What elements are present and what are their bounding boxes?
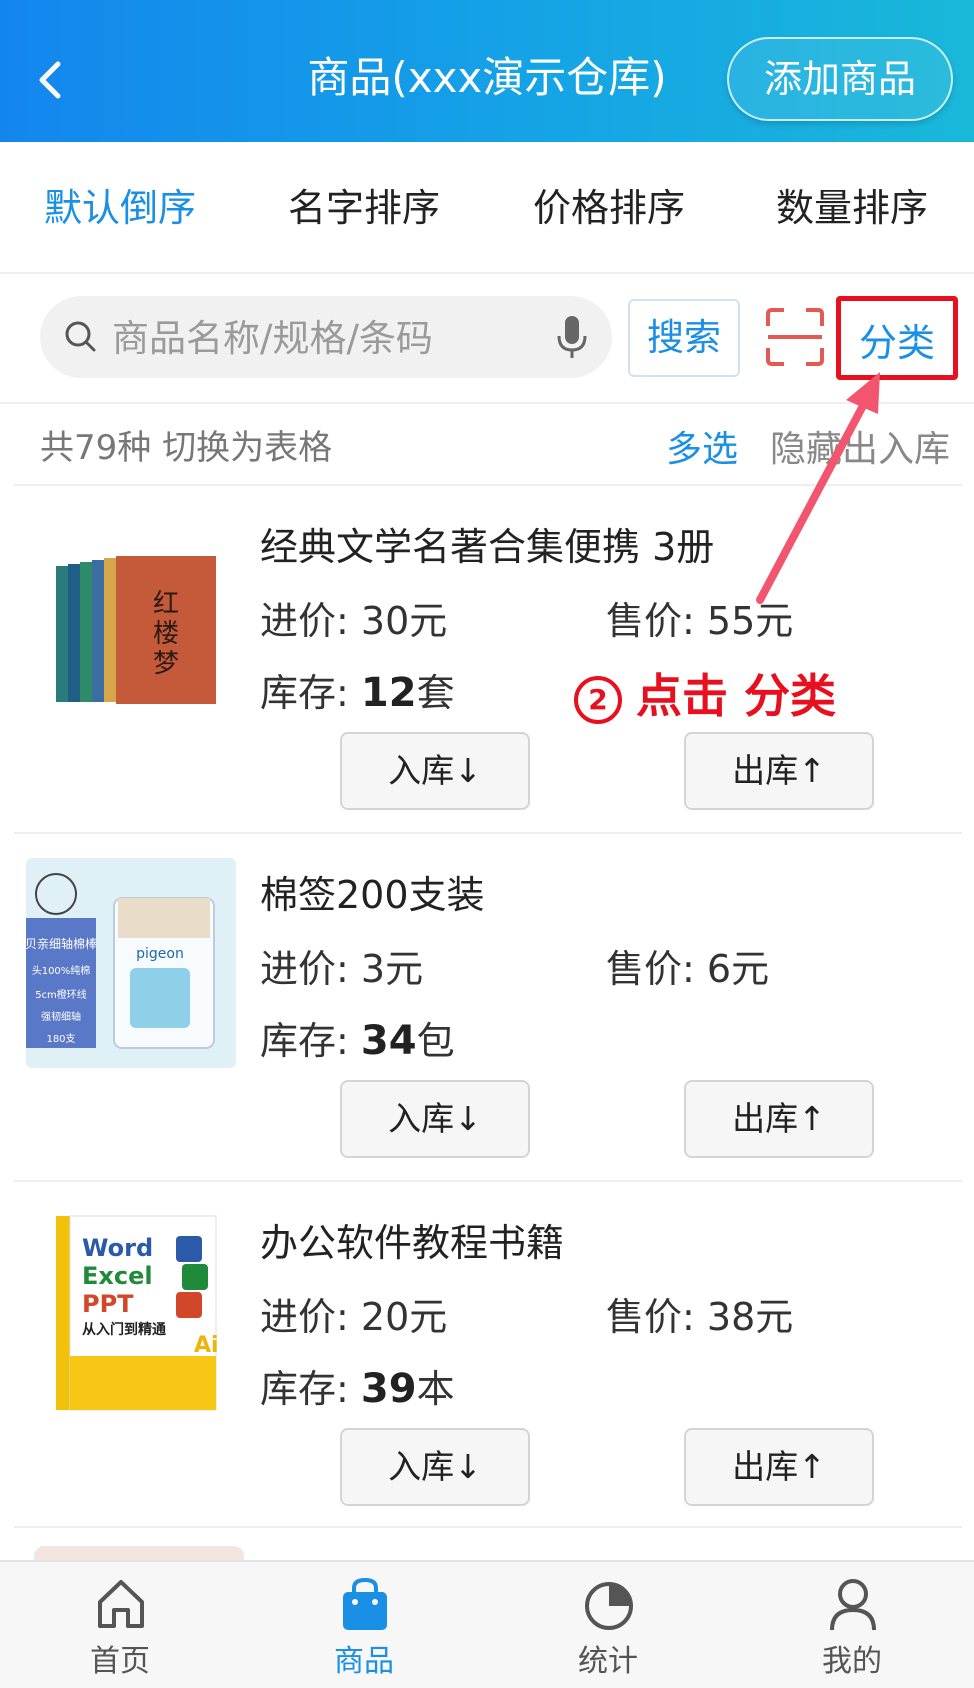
stock-quantity: 库存: 39本 [260,1366,455,1412]
scan-icon[interactable] [764,306,826,368]
svg-text:从入门到精通: 从入门到精通 [82,1321,166,1338]
product-name: 办公软件教程书籍 [260,1221,565,1265]
top-bar: 商品(xxx演示仓库) 添加商品 [0,0,974,142]
nav-label: 我的 [822,1644,882,1679]
search-button[interactable]: 搜索 [628,299,740,377]
product-name: 棉签200支装 [260,873,485,917]
tab-sort-quantity[interactable]: 数量排序 [776,182,928,234]
svg-text:Ai: Ai [194,1333,219,1358]
count-and-table-toggle[interactable]: 共79种 切换为表格 [40,420,332,469]
bottom-navigation: 首页 商品 统计 我的 [0,1560,974,1688]
svg-text:梦: 梦 [153,649,179,679]
annotation-label: 2 点击 分类 [574,660,836,726]
hide-in-out-button[interactable]: 隐藏出入库 [770,420,950,472]
stock-out-button[interactable]: 出库↑ [684,732,874,810]
svg-text:贝亲细轴棉棒: 贝亲细轴棉棒 [26,936,97,951]
product-item[interactable]: 贝亲细轴棉棒 头100%纯棉 5cm橙环线 强韧细轴 180支 pigeon 棉… [14,832,962,1182]
nav-mine[interactable]: 我的 [792,1562,912,1688]
svg-text:头100%纯棉: 头100%纯棉 [32,964,91,977]
cotton-swab-image: 贝亲细轴棉棒 头100%纯棉 5cm橙环线 强韧细轴 180支 pigeon [26,858,236,1068]
nav-label: 统计 [578,1644,638,1679]
annotation-text: 点击 分类 [636,669,837,723]
svg-text:红: 红 [153,589,179,619]
search-icon [65,321,96,352]
search-input[interactable] [110,296,534,380]
step-number-badge: 2 [574,675,622,724]
office-book-image: Word Excel PPT 从入门到精通 Ai [56,1215,219,1411]
book-set-image: 红 楼 梦 [56,556,216,704]
stock-in-button[interactable]: 入库↓ [340,1080,530,1158]
microphone-icon[interactable] [552,312,592,362]
tab-default-desc[interactable]: 默认倒序 [44,182,196,234]
user-icon [830,1579,876,1631]
stock-quantity: 库存: 12套 [260,670,455,716]
svg-text:PPT: PPT [82,1290,134,1318]
purchase-price: 进价: 3元 [260,947,424,991]
svg-text:pigeon: pigeon [136,946,184,962]
nav-home[interactable]: 首页 [60,1562,180,1688]
stock-in-button[interactable]: 入库↓ [340,732,530,810]
info-row: 共79种 切换为表格 多选 隐藏出入库 [0,402,974,484]
add-product-button[interactable]: 添加商品 [727,37,953,121]
sale-price: 售价: 6元 [606,947,770,991]
list-item-partial [14,1526,962,1562]
search-row: 搜索 分类 [0,272,974,404]
stock-out-button[interactable]: 出库↑ [684,1428,874,1506]
nav-label: 商品 [334,1644,394,1679]
nav-statistics[interactable]: 统计 [548,1562,668,1688]
svg-text:楼: 楼 [153,619,179,649]
product-item[interactable]: 红 楼 梦 经典文学名著合集便携 3册 进价: 30元 售价: 55元 库存: … [14,484,962,834]
multi-select-button[interactable]: 多选 [666,420,738,472]
product-item[interactable]: Word Excel PPT 从入门到精通 Ai 办公软件教程书籍 进价: 20… [14,1180,962,1530]
svg-text:5cm橙环线: 5cm橙环线 [35,988,87,1001]
svg-text:Excel: Excel [82,1262,153,1290]
purchase-price: 进价: 30元 [260,599,448,643]
nav-label: 首页 [90,1644,150,1679]
svg-text:强韧细轴: 强韧细轴 [41,1010,81,1023]
stock-out-button[interactable]: 出库↑ [684,1080,874,1158]
stock-quantity: 库存: 34包 [260,1018,455,1064]
tab-sort-price[interactable]: 价格排序 [533,182,685,234]
tab-sort-name[interactable]: 名字排序 [288,182,440,234]
search-box[interactable] [40,296,612,380]
nav-products[interactable]: 商品 [304,1562,424,1688]
home-icon [98,1580,144,1628]
sale-price: 售价: 38元 [606,1295,794,1339]
stock-in-button[interactable]: 入库↓ [340,1428,530,1506]
pie-chart-icon [585,1582,633,1630]
svg-text:Word: Word [82,1234,153,1262]
category-button[interactable]: 分类 [836,296,958,380]
shopping-bag-icon [343,1577,387,1630]
sale-price: 售价: 55元 [606,599,794,643]
product-name: 经典文学名著合集便携 3册 [260,525,715,569]
purchase-price: 进价: 20元 [260,1295,448,1339]
svg-text:180支: 180支 [46,1033,75,1045]
sort-tabs: 默认倒序 名字排序 价格排序 数量排序 [0,142,974,274]
